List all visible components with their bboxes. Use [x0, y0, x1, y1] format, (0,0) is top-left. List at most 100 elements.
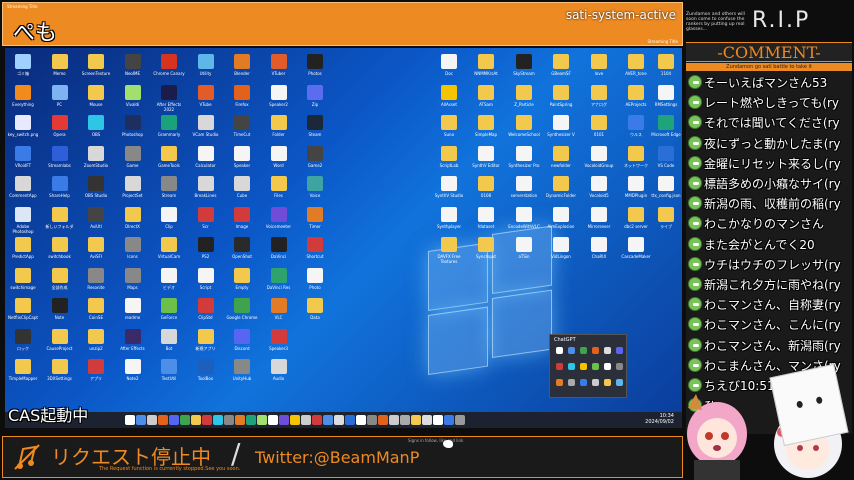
- desktop-icon[interactable]: Timer: [299, 205, 331, 235]
- desktop-icon[interactable]: Mouse: [80, 83, 112, 113]
- desktop-icon[interactable]: Mirrorsever: [583, 205, 615, 235]
- desktop-icon[interactable]: Utility: [190, 52, 222, 82]
- desktop-icon[interactable]: Voice: [299, 174, 331, 204]
- desktop-icon[interactable]: TestUtil: [153, 357, 185, 387]
- desktop-icon[interactable]: Memo: [44, 52, 76, 82]
- desktop-icon[interactable]: aTSin: [508, 235, 540, 265]
- desktop-icon[interactable]: Clip: [153, 205, 185, 235]
- taskbar-app-icon[interactable]: [334, 415, 344, 425]
- taskbar-app-icon[interactable]: [202, 415, 212, 425]
- desktop-icon[interactable]: VCam Studio: [190, 113, 222, 143]
- desktop-icon[interactable]: Script: [190, 266, 222, 296]
- tray-app-icon[interactable]: [556, 347, 563, 354]
- desktop-icon[interactable]: Suno: [433, 113, 465, 143]
- taskbar-app-icon[interactable]: [312, 415, 322, 425]
- desktop-icon[interactable]: VS Code: [650, 144, 682, 174]
- desktop-icon[interactable]: Firefox: [226, 83, 258, 113]
- desktop-icon[interactable]: Shortcut: [299, 235, 331, 265]
- tray-app-icon[interactable]: [592, 347, 599, 354]
- desktop-icon[interactable]: Synthplayer: [433, 205, 465, 235]
- desktop-icon[interactable]: Speaker3: [263, 327, 295, 357]
- desktop-icon[interactable]: Game2: [299, 144, 331, 174]
- desktop-icon[interactable]: Google Chrome: [226, 296, 258, 326]
- desktop-icon[interactable]: ChaRIX: [583, 235, 615, 265]
- desktop-icon[interactable]: 全部作成: [44, 266, 76, 296]
- desktop-icon[interactable]: Vocaloid5: [583, 174, 615, 204]
- desktop-icon[interactable]: fdataset: [470, 205, 502, 235]
- desktop-icon[interactable]: VRoidFT: [7, 144, 39, 174]
- desktop-icon[interactable]: Z_Particle: [508, 83, 540, 113]
- desktop-icon[interactable]: AviSFI: [80, 235, 112, 265]
- desktop-icon[interactable]: Maps: [117, 266, 149, 296]
- desktop-icon[interactable]: 3DXSettings: [44, 357, 76, 387]
- desktop-icon[interactable]: ScreenTexture: [80, 52, 112, 82]
- taskbar-clock[interactable]: 10:34 2024/09/02: [645, 413, 674, 425]
- desktop-icon[interactable]: Resonite: [80, 266, 112, 296]
- desktop-icon[interactable]: unzip2: [80, 327, 112, 357]
- desktop-icon[interactable]: アナログ: [583, 83, 615, 113]
- taskbar-app-icon[interactable]: [191, 415, 201, 425]
- desktop-icon[interactable]: Everything: [7, 83, 39, 113]
- desktop-icon[interactable]: PS2: [190, 235, 222, 265]
- desktop-icon[interactable]: CommentApp: [7, 174, 39, 204]
- desktop-icon[interactable]: GameTools: [153, 144, 185, 174]
- tray-app-icon[interactable]: [568, 379, 575, 386]
- tray-app-icon[interactable]: [592, 379, 599, 386]
- desktop-icon[interactable]: WelcomeSchool: [508, 113, 540, 143]
- desktop-icon[interactable]: Steam: [299, 113, 331, 143]
- desktop-icon[interactable]: Data: [299, 296, 331, 326]
- tray-app-icon[interactable]: [568, 363, 575, 370]
- desktop-icon[interactable]: 新規アプリ: [190, 327, 222, 357]
- desktop-icon[interactable]: OBS Studio: [80, 174, 112, 204]
- desktop-icon[interactable]: RMSettings: [650, 83, 682, 113]
- taskbar-app-icon[interactable]: [411, 415, 421, 425]
- desktop-icon[interactable]: GBeamSF: [545, 52, 577, 82]
- taskbar-app-icon[interactable]: [301, 415, 311, 425]
- desktop-icon[interactable]: PC: [44, 83, 76, 113]
- desktop-icon[interactable]: 0101: [583, 113, 615, 143]
- desktop-icon[interactable]: CascadeMaker: [620, 235, 652, 265]
- desktop-icon[interactable]: Grammarly: [153, 113, 185, 143]
- desktop-icon[interactable]: VocaloidGroup: [583, 144, 615, 174]
- desktop-icon[interactable]: Discord: [226, 327, 258, 357]
- taskbar-app-icon[interactable]: [378, 415, 388, 425]
- desktop-icon[interactable]: Audio: [263, 357, 295, 387]
- taskbar-app-icon[interactable]: [136, 415, 146, 425]
- desktop-icon[interactable]: newfolder: [545, 144, 577, 174]
- tray-app-icon[interactable]: [616, 379, 623, 386]
- desktop-icon[interactable]: Doc: [433, 52, 465, 82]
- taskbar-app-icon[interactable]: [433, 415, 443, 425]
- desktop-icon[interactable]: Zip: [299, 83, 331, 113]
- tray-app-icon[interactable]: [616, 363, 623, 370]
- desktop-icon[interactable]: Icons: [117, 235, 149, 265]
- desktop-icon[interactable]: OpenShot: [226, 235, 258, 265]
- taskbar-app-icon[interactable]: [235, 415, 245, 425]
- desktop-icon[interactable]: DaVinci: [263, 235, 295, 265]
- desktop-icon[interactable]: ProjectSet: [117, 174, 149, 204]
- desktop-icon[interactable]: 0108: [470, 174, 502, 204]
- desktop-icon[interactable]: ネットワーク: [620, 144, 652, 174]
- desktop-icon[interactable]: readme: [117, 296, 149, 326]
- desktop-icon[interactable]: ttx_config.json: [650, 174, 682, 204]
- tray-popup[interactable]: ChatGPT: [549, 334, 627, 398]
- desktop-icon[interactable]: SkyStream: [508, 52, 540, 82]
- desktop-icon[interactable]: DAVFX Free Textures: [433, 235, 465, 265]
- desktop-icon[interactable]: Speaker2: [263, 83, 295, 113]
- desktop-icon[interactable]: AllAsset: [433, 83, 465, 113]
- desktop-icon[interactable]: Empty: [226, 266, 258, 296]
- desktop-icon[interactable]: After Effects 2022: [153, 83, 185, 113]
- taskbar-app-icon[interactable]: [279, 415, 289, 425]
- desktop-icon[interactable]: AVER_tone: [620, 52, 652, 82]
- tray-app-icon[interactable]: [592, 363, 599, 370]
- taskbar-app-icon[interactable]: [213, 415, 223, 425]
- taskbar-app-icon[interactable]: [125, 415, 135, 425]
- desktop-icon[interactable]: GeForce: [153, 296, 185, 326]
- desktop-icon[interactable]: AviUtl: [80, 205, 112, 235]
- desktop-icon[interactable]: love: [583, 52, 615, 82]
- desktop-icon[interactable]: PaintSpring: [545, 83, 577, 113]
- taskbar-app-icon[interactable]: [400, 415, 410, 425]
- desktop-icon[interactable]: VidLingon: [545, 235, 577, 265]
- desktop-icon[interactable]: NetflixClipCapt: [7, 296, 39, 326]
- desktop-icon[interactable]: AimExplosion: [545, 205, 577, 235]
- desktop-icon[interactable]: Photos: [299, 52, 331, 82]
